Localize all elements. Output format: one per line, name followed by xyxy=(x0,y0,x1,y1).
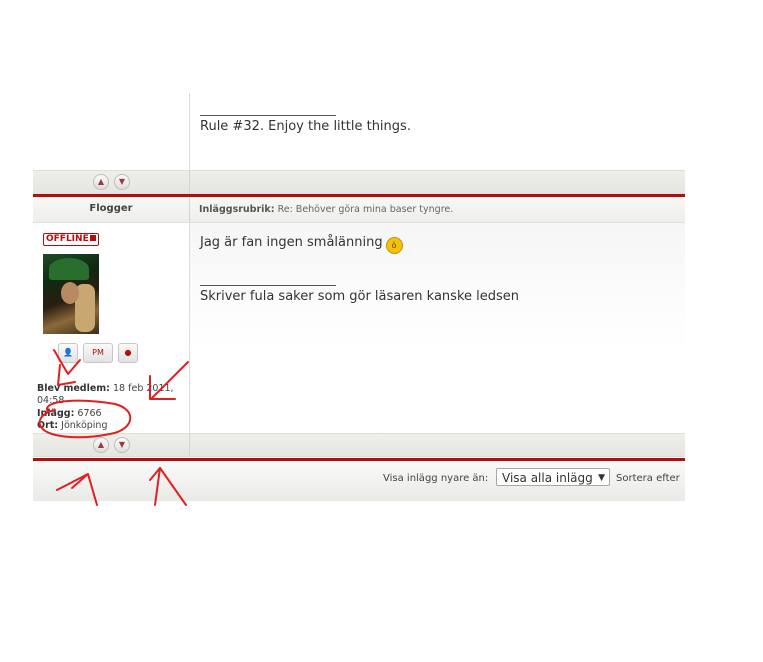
annotation-arrow-bottom-left xyxy=(71,473,98,506)
annotation-arrow-bottom-right xyxy=(154,467,187,506)
annotation-arrow-left xyxy=(53,349,81,375)
red-annotation-marks xyxy=(38,349,189,506)
annotation-arrow-right xyxy=(151,361,189,399)
annotation-circle xyxy=(38,399,132,439)
